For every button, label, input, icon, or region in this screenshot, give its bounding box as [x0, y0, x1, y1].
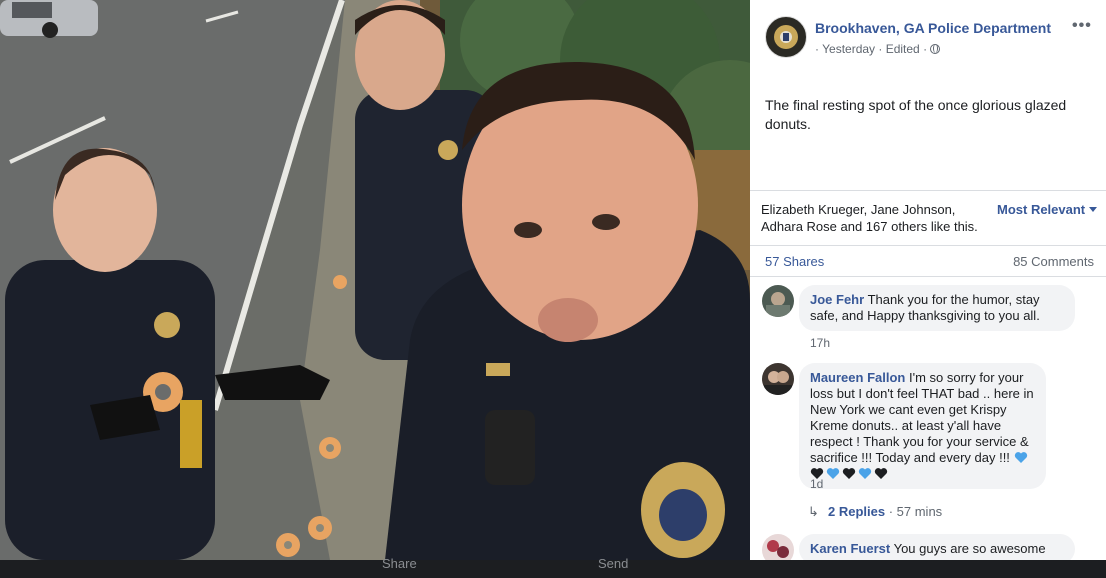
comment-time[interactable]: 17h [810, 336, 830, 350]
divider [750, 190, 1106, 191]
replies-meta: · 57 mins [888, 504, 943, 519]
blue-heart-icon [1014, 452, 1027, 463]
more-options-icon[interactable]: ••• [1072, 17, 1092, 35]
comment-author-link[interactable]: Joe Fehr [810, 292, 864, 307]
post-meta: · Yesterday · Edited · [815, 42, 941, 56]
comment-bubble: Karen Fuerst You guys are so awesome [799, 534, 1075, 560]
avatar[interactable] [762, 534, 794, 560]
avatar-image [762, 363, 794, 395]
send-link[interactable]: Send [598, 556, 628, 571]
chevron-down-icon [1089, 207, 1098, 212]
post-panel: Brookhaven, GA Police Department · Yeste… [750, 0, 1106, 560]
globe-icon [930, 44, 941, 54]
comments-count-link[interactable]: 85 Comments [1013, 254, 1094, 269]
police-badge-icon [767, 18, 805, 56]
post-body: The final resting spot of the once glori… [765, 97, 1067, 132]
post-timestamp[interactable]: · Yesterday · Edited · [815, 42, 927, 56]
comment-bubble: Joe Fehr Thank you for the humor, stay s… [799, 285, 1075, 331]
divider [750, 245, 1106, 246]
comment-author-link[interactable]: Karen Fuerst [810, 541, 890, 556]
comment-time[interactable]: 1d [810, 477, 823, 491]
avatar[interactable] [762, 363, 794, 395]
photo-toolbar: Share Send [0, 556, 750, 578]
comment-text: You guys are so awesome [893, 541, 1046, 556]
blue-heart-icon [858, 468, 872, 479]
avatar[interactable] [762, 285, 794, 317]
share-link[interactable]: Share [382, 556, 417, 571]
post-header: Brookhaven, GA Police Department · Yeste… [750, 0, 1106, 70]
likes-summary[interactable]: Elizabeth Krueger, Jane Johnson, Adhara … [761, 201, 991, 235]
replies-link[interactable]: 2 Replies [828, 504, 885, 519]
comment-author-link[interactable]: Maureen Fallon [810, 370, 905, 385]
avatar-image [762, 534, 794, 560]
sort-comments-dropdown[interactable]: Most Relevant [997, 202, 1098, 217]
reply-arrow-icon: ↳ [808, 504, 819, 519]
shares-link[interactable]: 57 Shares [765, 254, 824, 269]
page-avatar[interactable] [765, 16, 807, 58]
post-photo[interactable] [0, 0, 750, 560]
blue-heart-icon [826, 468, 840, 479]
comment-bubble: Maureen Fallon I'm so sorry for your los… [799, 363, 1046, 489]
avatar-image [762, 285, 794, 317]
sort-label: Most Relevant [997, 202, 1086, 217]
photo-illustration [0, 0, 750, 560]
divider [750, 276, 1106, 277]
black-heart-icon [842, 468, 856, 479]
black-heart-icon [874, 468, 888, 479]
page-name-link[interactable]: Brookhaven, GA Police Department [815, 20, 1051, 36]
post-footer [750, 560, 1106, 578]
view-replies[interactable]: ↳ 2 Replies · 57 mins [808, 504, 942, 520]
